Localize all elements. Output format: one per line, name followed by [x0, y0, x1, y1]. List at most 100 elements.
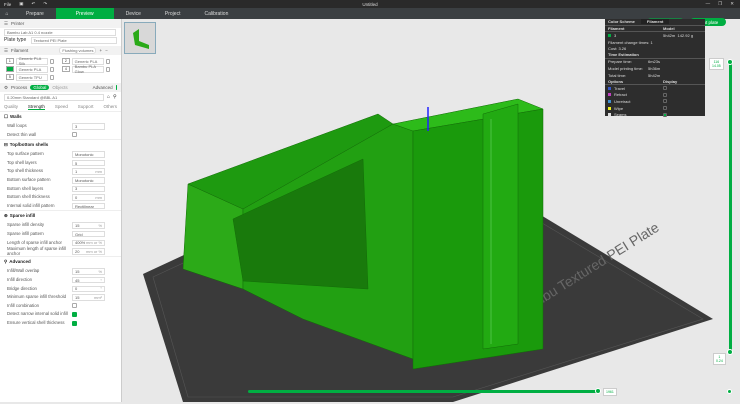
move-label: 1961	[603, 388, 617, 396]
option-input[interactable]: Monotonic	[72, 177, 105, 184]
option-row: Bottom shell layers 3	[0, 185, 121, 194]
group-header: ⊕ Sparse infill	[0, 210, 121, 221]
option-input[interactable]: 20 mm or %	[72, 248, 105, 255]
display-checkbox[interactable]	[663, 92, 667, 97]
option-label: Detect thin wall	[7, 131, 37, 137]
option-input[interactable]: 3	[72, 123, 105, 130]
tab-others[interactable]: Others	[103, 104, 117, 109]
option-label: Infill combination	[7, 302, 40, 308]
plate-type-label: Plate type	[4, 37, 27, 43]
option-label: Length of sparse infill anchor	[7, 239, 62, 245]
filament-item[interactable]: 4 Bambu PLA Glow	[58, 64, 114, 74]
move-slider-handle[interactable]	[595, 388, 601, 394]
option-input[interactable]: Grid	[72, 230, 105, 238]
group-header: ⊟ Top/bottom shells	[0, 139, 121, 150]
undo-icon[interactable]: ↶	[32, 1, 36, 7]
display-checkbox[interactable]	[663, 112, 667, 117]
objects-toggle[interactable]: Objects	[52, 85, 67, 90]
option-label: Bridge direction	[7, 285, 37, 291]
flushing-volumes-button[interactable]: Flushing volumes	[59, 47, 97, 54]
save-preset-icon[interactable]: ⌂	[107, 94, 110, 100]
strength-options: ☐ Walls Wall loops 3 Detect thin wall ⊟ Top/bo…	[0, 111, 121, 327]
option-row: Top surface pattern Monotonic	[0, 150, 121, 159]
option-label: Internal solid infill pattern	[7, 202, 55, 208]
option-input[interactable]: 3	[72, 185, 105, 193]
tab-strength[interactable]: Strength	[27, 104, 45, 110]
display-checkbox[interactable]	[663, 106, 667, 111]
tab-support[interactable]: Support	[78, 104, 94, 109]
tab-project[interactable]: Project	[153, 8, 193, 19]
display-checkbox[interactable]	[663, 99, 667, 104]
legend-option: Seams	[605, 111, 705, 118]
global-toggle[interactable]: Global	[30, 85, 50, 90]
option-input[interactable]: 15 mm²	[72, 294, 105, 301]
layer-slider[interactable]	[729, 62, 732, 352]
option-checkbox[interactable]	[72, 303, 77, 309]
search-icon[interactable]: ⚲	[113, 94, 117, 100]
filament-item[interactable]: 1 Generic PLA Silk	[2, 56, 58, 66]
tab-speed[interactable]: Speed	[55, 104, 68, 109]
option-label: Bottom shell thickness	[7, 194, 50, 200]
option-checkbox[interactable]	[72, 320, 77, 326]
main-tabs: ⌂ Prepare Preview Device Project Calibra…	[0, 8, 740, 26]
option-row: Minimum sparse infill threshold 15 mm²	[0, 293, 121, 302]
option-label: Top surface pattern	[7, 151, 44, 157]
plate-thumbnail[interactable]	[124, 22, 156, 54]
display-checkbox[interactable]	[663, 86, 667, 91]
move-slider[interactable]	[248, 390, 598, 393]
layer-slider-top-handle[interactable]	[727, 59, 733, 65]
tab-prepare[interactable]: Prepare	[14, 8, 56, 19]
option-input[interactable]: 5	[72, 159, 105, 167]
option-row: Bottom shell thickness 0 mm	[0, 193, 121, 202]
tab-preview[interactable]: Preview	[55, 8, 114, 19]
maximize-button[interactable]: ❐	[718, 1, 722, 7]
redo-icon[interactable]: ↷	[43, 1, 47, 7]
option-input[interactable]: 0 mm	[72, 194, 105, 201]
title-bar: File ▣ ↶ ↷ Untitled — ❐ ✕	[0, 0, 740, 8]
group-icon: ⚲	[4, 259, 8, 265]
option-row: Sparse infill pattern Grid	[0, 230, 121, 239]
process-preset-select[interactable]: 0.20mm Standard @BBL A1	[4, 93, 104, 101]
option-row: Bridge direction 0 °	[0, 285, 121, 294]
option-input[interactable]: 15%	[72, 268, 105, 275]
legend-option: Wipe	[605, 105, 705, 112]
menu-file[interactable]: File	[4, 2, 11, 7]
minimize-button[interactable]: —	[706, 1, 711, 7]
remove-filament-icon[interactable]: −	[105, 48, 108, 53]
layer-slider-bottom-handle[interactable]	[727, 349, 733, 355]
bottom-layer-label: 1 0.24	[713, 353, 726, 365]
option-label: Wall loops	[7, 123, 27, 128]
legend-panel: Color Scheme Filament Filament Model 3 5h42…	[605, 19, 705, 118]
option-row: Infill/Wall overlap 15%	[0, 267, 121, 276]
plate-type-select[interactable]: Textured PEI Plate	[30, 36, 117, 44]
option-input[interactable]: Monotonic	[72, 151, 105, 158]
option-row: Sparse infill density 15%	[0, 221, 121, 230]
option-label: Sparse infill pattern	[7, 230, 44, 236]
filament-item[interactable]: 3 Generic PLA	[2, 65, 58, 73]
tab-quality[interactable]: Quality	[4, 104, 18, 109]
option-input[interactable]: 15%	[72, 222, 105, 229]
filament-item[interactable]: 5 Generic TPU	[2, 73, 58, 81]
option-input[interactable]: 45 °	[72, 276, 105, 284]
option-label: Maximum length of sparse infill anchor	[7, 246, 66, 256]
tab-device[interactable]: Device	[114, 8, 153, 19]
close-button[interactable]: ✕	[730, 1, 734, 7]
option-label: Bottom shell layers	[7, 185, 44, 191]
tab-calibration[interactable]: Calibration	[192, 8, 240, 19]
option-label: Minimum sparse infill threshold	[7, 294, 66, 300]
add-filament-icon[interactable]: +	[99, 48, 102, 53]
option-input[interactable]: 0 °	[72, 285, 105, 293]
color-scheme-select[interactable]: Filament	[640, 19, 670, 25]
option-checkbox[interactable]	[72, 312, 77, 318]
advanced-switch[interactable]	[115, 85, 117, 90]
save-icon[interactable]: ▣	[19, 1, 23, 7]
bottom-right-indicator	[727, 389, 732, 394]
option-label: Bottom surface pattern	[7, 176, 51, 182]
option-input[interactable]: 1 mm	[72, 168, 105, 175]
printer-select[interactable]: Bambu Lab A1 0.4 nozzle	[4, 28, 116, 36]
option-input[interactable]: 400% mm or %	[72, 239, 105, 247]
option-checkbox[interactable]	[72, 132, 77, 138]
legend-option: Unretract	[605, 98, 705, 105]
option-input[interactable]: Rectilinear	[72, 202, 105, 210]
home-icon[interactable]: ⌂	[0, 8, 14, 19]
